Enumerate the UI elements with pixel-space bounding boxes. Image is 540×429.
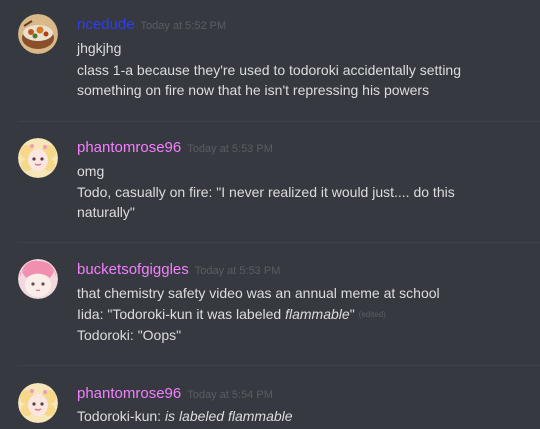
message-header: ricedude Today at 5:52 PM (77, 16, 226, 36)
rice-bowl-avatar-icon (18, 14, 58, 54)
pastel-character-avatar-icon (18, 138, 58, 178)
avatar[interactable] (18, 259, 58, 299)
message-text-segment: Iida: "Todoroki-kun it was labeled (77, 306, 286, 322)
message-text: Iida: "Todoroki-kun it was labeled flamm… (77, 304, 527, 325)
message-text: Todoroki: "Oops" (77, 327, 182, 343)
username[interactable]: phantomrose96 (77, 139, 181, 156)
emphasis-text: is labeled flammable (164, 408, 293, 424)
message-header: phantomrose96 Today at 5:53 PM (77, 139, 273, 159)
timestamp: Today at 5:53 PM (194, 265, 281, 277)
message-header: bucketsofgiggles Today at 5:53 PM (77, 261, 280, 281)
timestamp: Today at 5:53 PM (187, 143, 273, 155)
avatar[interactable] (18, 138, 58, 178)
message-text-segment: " (349, 306, 355, 322)
message-text: jhgkjhg (77, 40, 122, 56)
edited-indicator: (edited) (358, 310, 386, 319)
message-text: Todo, casually on fire: "I never realize… (77, 184, 455, 200)
username[interactable]: ricedude (77, 16, 135, 33)
chat-messages: ricedude Today at 5:52 PM jhgkjhg class 1… (0, 0, 540, 429)
username[interactable]: phantomrose96 (77, 385, 181, 402)
pastel-character-avatar-icon (18, 383, 58, 423)
avatar[interactable] (18, 383, 58, 423)
timestamp: Today at 5:54 PM (187, 389, 273, 401)
message-text-segment: Todoroki-kun: (77, 408, 165, 424)
message-text: that chemistry safety video was an annua… (77, 285, 440, 301)
message-header: phantomrose96 Today at 5:54 PM (77, 385, 273, 405)
message-text: naturally" (77, 204, 135, 220)
timestamp: Today at 5:52 PM (140, 20, 227, 32)
pink-hair-character-avatar-icon (18, 259, 58, 299)
message-divider (18, 242, 540, 243)
avatar[interactable] (18, 14, 58, 54)
message-text: Todoroki-kun: is labeled flammable (77, 406, 527, 426)
emphasis-text: flammable (285, 306, 350, 322)
message-divider (18, 365, 540, 366)
message-text: class 1-a because they're used to todoro… (77, 62, 462, 78)
message-divider (18, 121, 540, 122)
message-text: omg (77, 163, 105, 179)
username[interactable]: bucketsofgiggles (77, 261, 189, 278)
message-text: something on fire now that he isn't repr… (77, 82, 430, 98)
